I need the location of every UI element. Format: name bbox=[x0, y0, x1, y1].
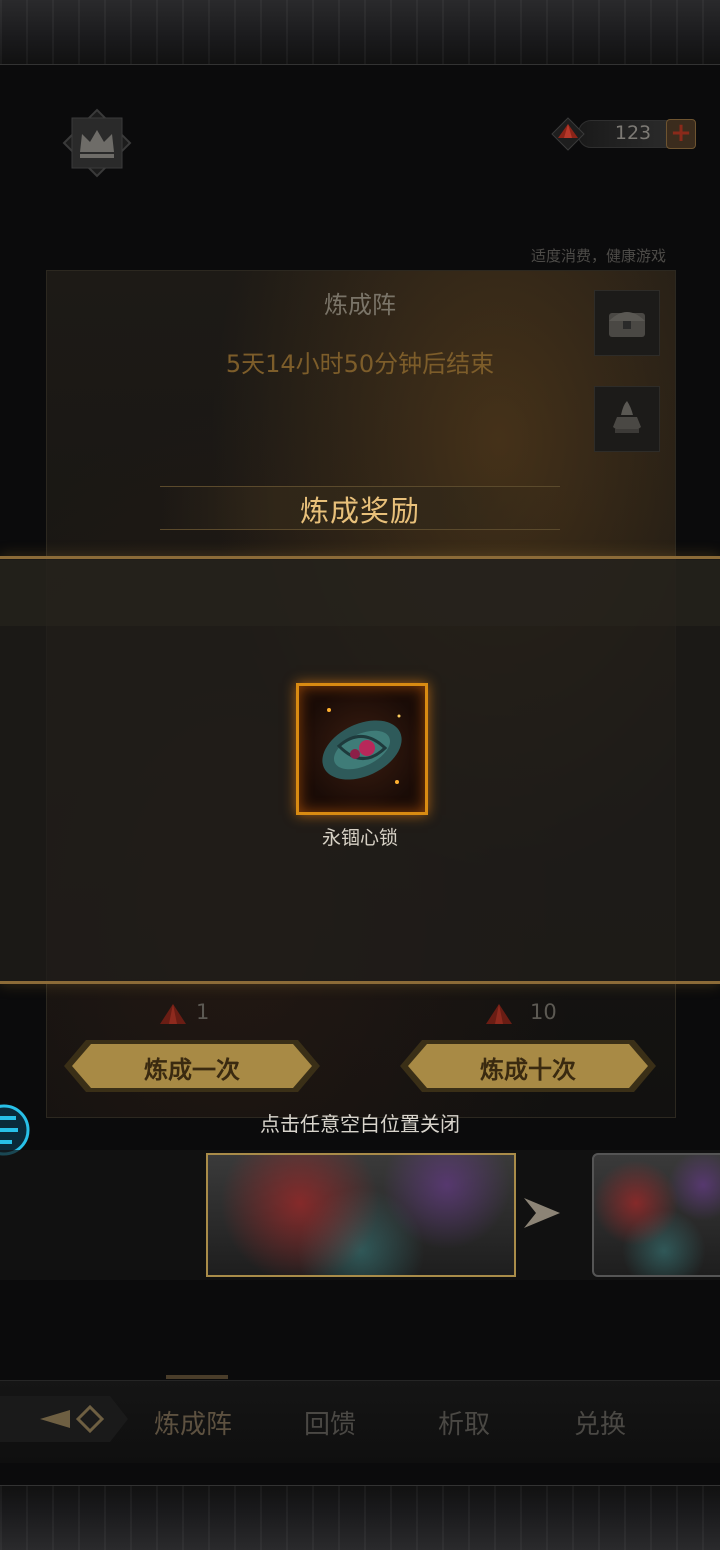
craft-ten-label: 炼成十次 bbox=[480, 1056, 576, 1084]
single-cost: 1 bbox=[156, 1000, 209, 1028]
tab-refine-array[interactable]: 炼成阵 bbox=[154, 1404, 232, 1441]
ten-cost: 10 bbox=[482, 1000, 557, 1028]
next-arrow-icon[interactable] bbox=[522, 1196, 562, 1234]
health-notice: 适度消费，健康游戏 bbox=[530, 247, 666, 265]
banner-card-next[interactable] bbox=[592, 1153, 720, 1277]
single-cost-value: 1 bbox=[196, 1000, 210, 1024]
ten-cost-value: 10 bbox=[530, 1000, 557, 1024]
craft-once-button[interactable]: 炼成一次 bbox=[64, 1038, 320, 1094]
top-frame bbox=[0, 0, 720, 65]
red-gem-icon bbox=[160, 1004, 186, 1024]
currency-count: 123 bbox=[614, 122, 652, 144]
red-gem-icon bbox=[551, 117, 585, 151]
close-hint: 点击任意空白位置关闭 bbox=[260, 1112, 460, 1136]
tab-rewards[interactable]: 回馈 bbox=[304, 1404, 356, 1441]
heart-lock-item-icon bbox=[322, 708, 402, 784]
back-arrow-icon bbox=[0, 1396, 128, 1442]
treasure-chest-button[interactable] bbox=[594, 290, 660, 356]
tab-extract[interactable]: 析取 bbox=[438, 1404, 490, 1441]
alchemy-furnace-button[interactable] bbox=[594, 386, 660, 452]
tab-exchange[interactable]: 兑换 bbox=[574, 1404, 626, 1441]
active-tab-marker bbox=[166, 1375, 228, 1379]
crown-icon bbox=[62, 108, 132, 178]
craft-once-label: 炼成一次 bbox=[144, 1056, 240, 1084]
currency-display: 123 + bbox=[548, 116, 698, 152]
red-gem-icon bbox=[486, 1004, 512, 1024]
craft-ten-button[interactable]: 炼成十次 bbox=[400, 1038, 656, 1094]
chest-icon bbox=[609, 312, 645, 337]
reward-item-name: 永锢心锁 bbox=[321, 827, 398, 849]
back-button[interactable] bbox=[0, 1388, 130, 1450]
reward-title: 炼成奖励 bbox=[299, 494, 420, 528]
crown-badge[interactable] bbox=[62, 108, 132, 178]
add-currency-button[interactable]: + bbox=[666, 119, 696, 149]
modal-top-strip bbox=[0, 560, 720, 626]
bottom-frame bbox=[0, 1485, 720, 1550]
reward-item-slot[interactable] bbox=[296, 683, 428, 815]
furnace-icon bbox=[613, 401, 641, 433]
banner-card-current[interactable] bbox=[206, 1153, 516, 1277]
